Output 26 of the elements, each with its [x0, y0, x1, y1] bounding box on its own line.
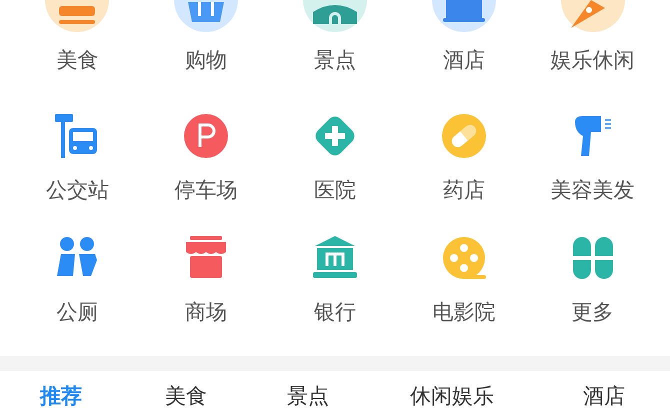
category-tab[interactable]: 美食: [122, 385, 250, 407]
pill-icon[interactable]: [442, 114, 486, 158]
category-label: 购物: [185, 47, 228, 74]
category-label: 商场: [185, 299, 228, 326]
category-label: 娱乐休闲: [550, 47, 635, 74]
bank-icon[interactable]: [312, 236, 357, 280]
category-tab[interactable]: 景点: [250, 385, 366, 407]
category-label: 药店: [442, 177, 485, 204]
category-label: 停车场: [174, 177, 238, 204]
category-label: 景点: [314, 47, 356, 74]
parking-icon[interactable]: [184, 114, 228, 158]
category-label: 美食: [56, 47, 98, 74]
category-label: 更多: [572, 299, 614, 326]
category-tab[interactable]: 休闲娱乐: [366, 385, 538, 407]
film-reel-icon[interactable]: [442, 236, 486, 280]
category-label: 公交站: [46, 177, 109, 204]
category-label: 美容美发: [550, 177, 635, 204]
category-label: 酒店: [442, 47, 485, 74]
bus-stop-icon[interactable]: [55, 114, 100, 158]
category-label: 银行: [314, 299, 356, 326]
category-label: 医院: [314, 177, 356, 204]
category-tab[interactable]: 酒店: [538, 385, 670, 407]
category-tab[interactable]: 推荐: [0, 385, 122, 407]
shop-icon[interactable]: [184, 236, 228, 280]
category-label: 电影院: [432, 299, 496, 326]
category-label: 公厕: [56, 299, 98, 326]
